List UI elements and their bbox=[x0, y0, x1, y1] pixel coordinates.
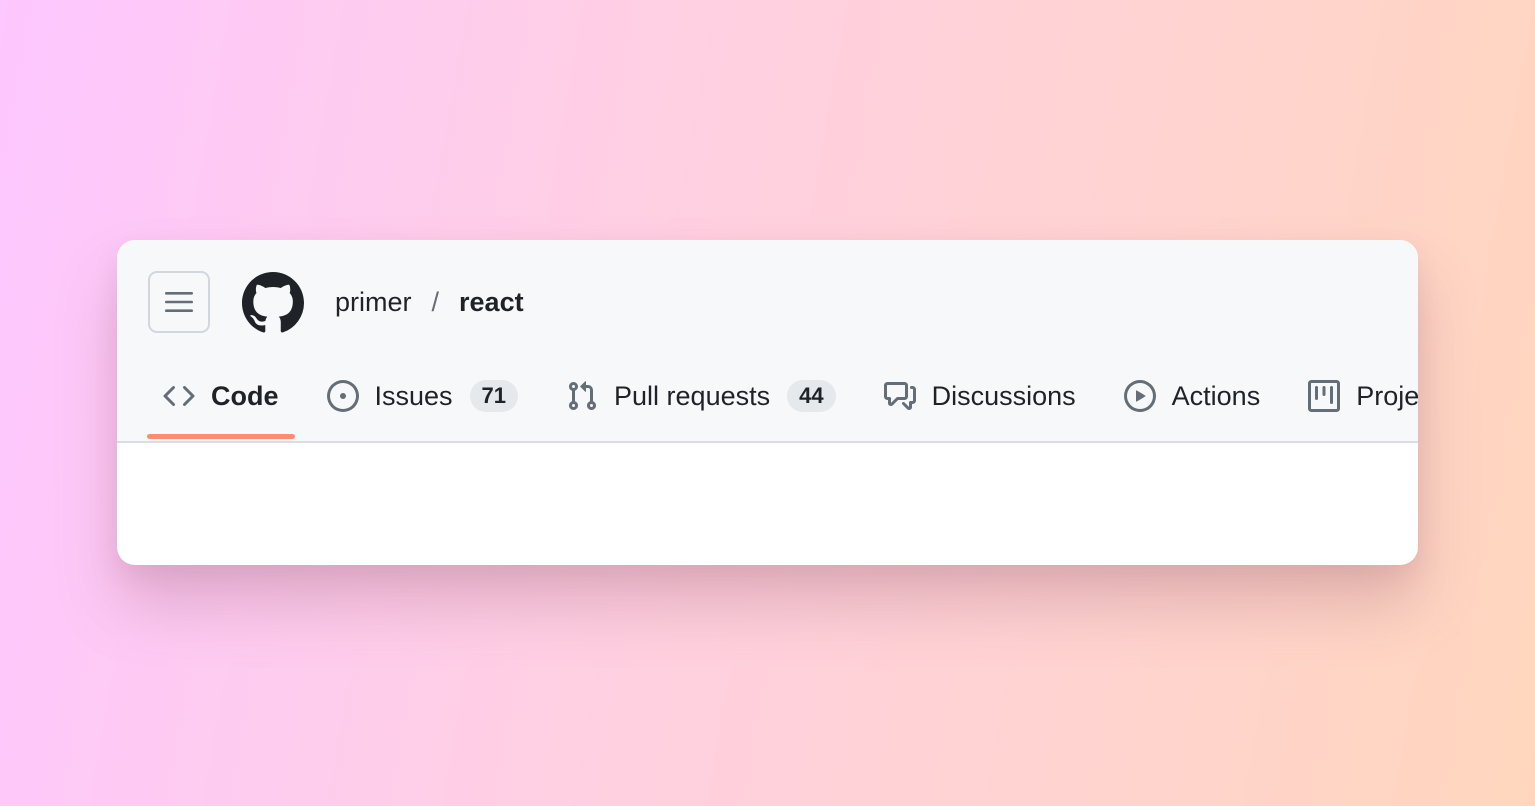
code-icon bbox=[163, 380, 195, 412]
breadcrumb-owner-link[interactable]: primer bbox=[335, 287, 412, 318]
tab-actions-label: Actions bbox=[1171, 380, 1261, 411]
breadcrumb: primer / react bbox=[335, 280, 524, 324]
breadcrumb-separator: / bbox=[431, 286, 440, 317]
repo-header-card: primer / react Code Issues 71 Pull reque… bbox=[117, 240, 1418, 565]
hamburger-menu-button[interactable] bbox=[148, 271, 210, 333]
repo-nav-tabs: Code Issues 71 Pull requests 44 Discussi… bbox=[147, 368, 1418, 443]
pull-requests-counter-badge: 44 bbox=[787, 380, 836, 412]
tab-actions[interactable]: Actions bbox=[1108, 368, 1277, 424]
tab-discussions-label: Discussions bbox=[931, 380, 1076, 411]
tab-pull-requests[interactable]: Pull requests 44 bbox=[550, 368, 852, 424]
issue-opened-icon bbox=[326, 380, 359, 412]
git-pull-request-icon bbox=[566, 380, 598, 412]
tab-pull-requests-label: Pull requests bbox=[614, 380, 771, 411]
issues-counter-badge: 71 bbox=[469, 380, 519, 412]
tab-issues[interactable]: Issues 71 bbox=[311, 368, 535, 424]
tab-projects[interactable]: Projects bbox=[1292, 368, 1418, 424]
repo-header: primer / react Code Issues 71 Pull reque… bbox=[117, 240, 1418, 443]
table-icon bbox=[1308, 380, 1341, 412]
tab-discussions[interactable]: Discussions bbox=[868, 368, 1092, 424]
tab-issues-label: Issues bbox=[374, 380, 453, 411]
comment-discussion-icon bbox=[883, 380, 916, 412]
github-mark-icon bbox=[242, 272, 304, 333]
hamburger-menu-icon bbox=[165, 292, 193, 312]
tab-code[interactable]: Code bbox=[147, 368, 295, 439]
tab-projects-label: Projects bbox=[1356, 380, 1418, 411]
breadcrumb-repo-link[interactable]: react bbox=[459, 287, 524, 318]
play-icon bbox=[1123, 380, 1156, 412]
tab-code-label: Code bbox=[211, 380, 279, 411]
github-logo-link[interactable] bbox=[242, 272, 304, 334]
